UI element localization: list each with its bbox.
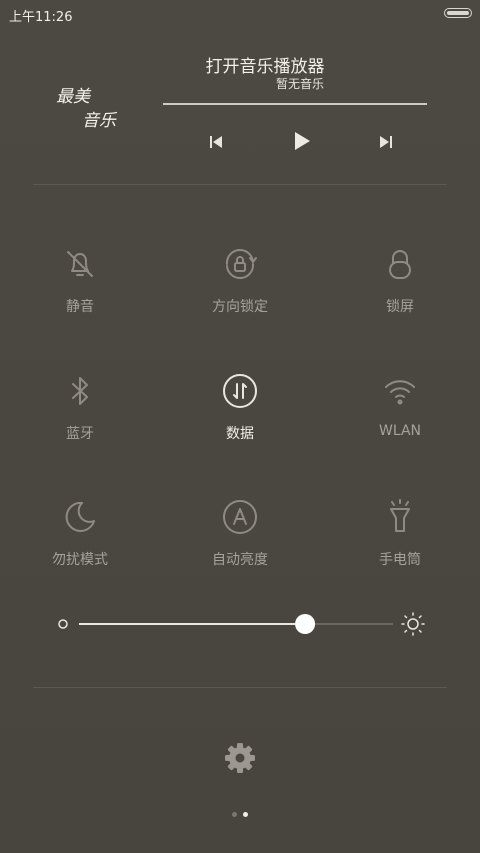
logo-line-1: 最美 (56, 87, 90, 107)
bell-slash-icon (62, 246, 98, 282)
toggle-auto-brightness-label: 自动亮度 (212, 552, 268, 568)
toggle-mute[interactable]: 静音 (20, 246, 140, 336)
bluetooth-icon (62, 373, 98, 409)
wifi-icon (382, 373, 418, 409)
toggle-lock-screen[interactable]: 锁屏 (340, 246, 460, 336)
page-indicator (228, 812, 252, 820)
flashlight-icon (382, 499, 418, 535)
logo-line-2: 音乐 (82, 111, 116, 131)
status-time: 上午11:26 (9, 10, 73, 25)
brightness-high-icon (401, 612, 425, 636)
lock-icon (382, 246, 418, 282)
previous-icon[interactable] (206, 132, 226, 152)
moon-icon (62, 499, 98, 535)
page-dot-1[interactable] (232, 812, 237, 817)
toggle-mute-label: 静音 (66, 299, 94, 315)
toggle-bluetooth[interactable]: 蓝牙 (20, 373, 140, 463)
toggle-rotation-lock[interactable]: 方向锁定 (180, 246, 300, 336)
toggle-do-not-disturb[interactable]: 勿扰模式 (20, 499, 140, 589)
gear-icon[interactable] (223, 741, 257, 775)
divider-top (33, 184, 447, 185)
toggle-auto-brightness[interactable]: 自动亮度 (180, 499, 300, 589)
toggle-data-label: 数据 (226, 426, 254, 442)
toggle-rotation-lock-label: 方向锁定 (212, 299, 268, 315)
toggle-wlan[interactable]: WLAN (340, 373, 460, 463)
toggle-flashlight-label: 手电筒 (379, 552, 421, 568)
rotation-lock-icon (222, 246, 258, 282)
next-icon[interactable] (376, 132, 396, 152)
toggle-wlan-label: WLAN (378, 423, 421, 439)
toggle-lock-screen-label: 锁屏 (386, 299, 414, 315)
toggle-flashlight[interactable]: 手电筒 (340, 499, 460, 589)
brightness-low-icon (58, 619, 68, 629)
brightness-slider[interactable] (55, 608, 425, 640)
music-progress-line (163, 103, 427, 105)
brightness-slider-thumb (295, 614, 316, 634)
music-subtitle: 暂无音乐 (275, 77, 324, 91)
battery-icon (444, 8, 472, 18)
toggle-data[interactable]: 数据 (180, 373, 300, 463)
music-title[interactable]: 打开音乐播放器 (165, 52, 365, 77)
toggle-do-not-disturb-label: 勿扰模式 (52, 552, 108, 568)
divider-bottom (33, 687, 447, 688)
toggle-bluetooth-label: 蓝牙 (66, 426, 94, 442)
music-widget[interactable]: 最美 音乐 打开音乐播放器 暂无音乐 (0, 40, 480, 185)
play-icon[interactable] (291, 130, 313, 152)
music-app-logo[interactable]: 最美 音乐 (56, 82, 136, 131)
status-bar: 上午11:26 (0, 0, 480, 28)
page-dot-2[interactable] (243, 812, 248, 817)
auto-brightness-icon (222, 499, 258, 535)
data-icon (222, 373, 258, 409)
